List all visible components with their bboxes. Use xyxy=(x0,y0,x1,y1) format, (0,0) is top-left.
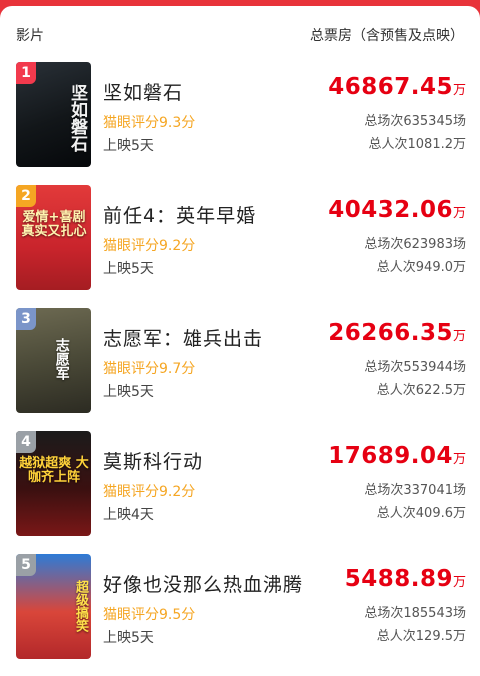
box-office-value: 40432.06 xyxy=(328,197,453,223)
poster-title-art: 超级搞笑 xyxy=(73,580,88,632)
box-office-value: 46867.45 xyxy=(328,74,453,100)
total-shows: 总场次553944场 xyxy=(364,360,466,375)
release-days: 上映5天 xyxy=(103,630,154,646)
maoyan-score: 猫眼评分9.2分 xyxy=(103,484,196,500)
list-header: 影片 总票房（含预售及点映） xyxy=(0,6,480,56)
total-box-office: 26266.35万 xyxy=(328,320,466,346)
release-days: 上映5天 xyxy=(103,384,154,400)
poster-title-art: 坚如磐石 xyxy=(67,84,87,152)
rank-badge: 5 xyxy=(16,554,36,576)
rank-badge: 2 xyxy=(16,185,36,207)
movie-row[interactable]: 爱情+喜剧 真实又扎心 2 前任4：英年早婚 猫眼评分9.2分 上映5天 404… xyxy=(0,185,480,308)
box-office-value: 17689.04 xyxy=(328,443,453,469)
total-box-office: 5488.89万 xyxy=(345,566,466,592)
box-office-value: 26266.35 xyxy=(328,320,453,346)
maoyan-score: 猫眼评分9.2分 xyxy=(103,238,196,254)
rank-badge: 3 xyxy=(16,308,36,330)
poster-title-art: 越狱超爽 大咖齐上阵 xyxy=(19,456,89,485)
box-office-value: 5488.89 xyxy=(344,566,453,592)
movie-title[interactable]: 好像也没那么热血沸腾 xyxy=(103,570,303,597)
movie-row[interactable]: 越狱超爽 大咖齐上阵 4 莫斯科行动 猫眼评分9.2分 上映4天 17689.0… xyxy=(0,431,480,554)
box-office-unit: 万 xyxy=(452,206,466,221)
movie-row[interactable]: 志愿军 3 志愿军：雄兵出击 猫眼评分9.7分 上映5天 26266.35万 总… xyxy=(0,308,480,431)
total-shows: 总场次623983场 xyxy=(364,237,466,252)
column-header-total-box-office[interactable]: 总票房（含预售及点映） xyxy=(310,25,464,45)
total-audience: 总人次949.0万 xyxy=(376,260,466,275)
movie-poster[interactable]: 超级搞笑 5 xyxy=(16,554,91,659)
total-box-office: 40432.06万 xyxy=(328,197,466,223)
box-office-unit: 万 xyxy=(452,83,466,98)
movie-title[interactable]: 莫斯科行动 xyxy=(103,447,203,474)
movie-poster[interactable]: 坚如磐石 1 xyxy=(16,62,91,167)
movie-poster[interactable]: 越狱超爽 大咖齐上阵 4 xyxy=(16,431,91,536)
movie-poster[interactable]: 爱情+喜剧 真实又扎心 2 xyxy=(16,185,91,290)
movie-poster[interactable]: 志愿军 3 xyxy=(16,308,91,413)
total-shows: 总场次185543场 xyxy=(364,606,466,621)
total-audience: 总人次409.6万 xyxy=(376,506,466,521)
total-box-office: 17689.04万 xyxy=(328,443,466,469)
poster-title-art: 爱情+喜剧 真实又扎心 xyxy=(21,210,87,239)
box-office-unit: 万 xyxy=(452,452,466,467)
maoyan-score: 猫眼评分9.3分 xyxy=(103,115,196,131)
total-box-office: 46867.45万 xyxy=(328,74,466,100)
movie-title[interactable]: 志愿军：雄兵出击 xyxy=(103,324,263,351)
total-shows: 总场次635345场 xyxy=(364,114,466,129)
release-days: 上映5天 xyxy=(103,261,154,277)
movie-title[interactable]: 前任4：英年早婚 xyxy=(103,201,256,228)
movie-row[interactable]: 超级搞笑 5 好像也没那么热血沸腾 猫眼评分9.5分 上映5天 5488.89万… xyxy=(0,554,480,676)
rank-badge: 1 xyxy=(16,62,36,84)
poster-title-art: 志愿军 xyxy=(53,338,70,380)
release-days: 上映5天 xyxy=(103,138,154,154)
total-audience: 总人次1081.2万 xyxy=(368,137,467,152)
rank-badge: 4 xyxy=(16,431,36,453)
total-shows: 总场次337041场 xyxy=(364,483,466,498)
maoyan-score: 猫眼评分9.5分 xyxy=(103,607,196,623)
total-audience: 总人次129.5万 xyxy=(376,629,466,644)
movie-row[interactable]: 坚如磐石 1 坚如磐石 猫眼评分9.3分 上映5天 46867.45万 总场次6… xyxy=(0,62,480,185)
box-office-unit: 万 xyxy=(452,575,466,590)
maoyan-score: 猫眼评分9.7分 xyxy=(103,361,196,377)
release-days: 上映4天 xyxy=(103,507,154,523)
box-office-panel: 影片 总票房（含预售及点映） 坚如磐石 1 坚如磐石 猫眼评分9.3分 上映5天… xyxy=(0,6,480,676)
column-header-movie: 影片 xyxy=(16,28,44,44)
movie-title[interactable]: 坚如磐石 xyxy=(103,78,183,105)
total-audience: 总人次622.5万 xyxy=(376,383,466,398)
box-office-unit: 万 xyxy=(452,329,466,344)
